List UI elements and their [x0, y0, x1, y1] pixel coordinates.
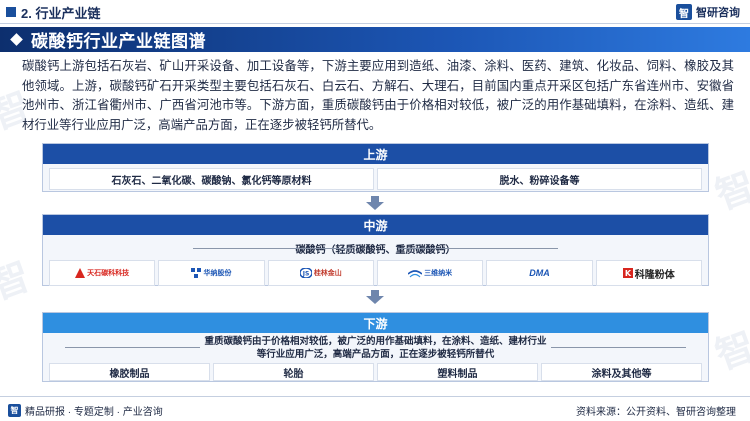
divider-line [551, 347, 686, 348]
divider-line [398, 248, 558, 249]
watermark: 智 [710, 325, 750, 378]
square-icon [6, 7, 16, 17]
watermark: 智 [0, 255, 36, 308]
svg-text:JS: JS [302, 271, 310, 278]
company-name: 桂林金山 [313, 270, 342, 277]
company-logo-mark: JS 桂林金山 [299, 268, 342, 278]
midstream-header: 中游 [43, 215, 708, 235]
upstream-row: 石灰石、二氧化碳、碳酸钠、氯化钙等原材料 脱水、粉碎设备等 [43, 164, 708, 194]
divider-line [65, 347, 200, 348]
downstream-item: 塑料制品 [377, 363, 538, 381]
downstream-header: 下游 [43, 313, 708, 333]
downstream-item: 轮胎 [213, 363, 374, 381]
downstream-description: 重质碳酸钙由于价格相对较低，被广泛的用作基础填料，在涂料、造纸、建材行业 等行业… [43, 335, 708, 361]
company-logo: DMA [486, 260, 593, 286]
footer-tagline: 精品研报 · 专题定制 · 产业咨询 [25, 407, 163, 418]
company-logo-mark: 华纳股份 [191, 268, 231, 278]
upstream-panel: 上游 石灰石、二氧化碳、碳酸钠、氯化钙等原材料 脱水、粉碎设备等 [42, 143, 709, 192]
footer-logo-icon: 智 [8, 404, 21, 417]
header-divider [0, 23, 750, 24]
section-tag: 2. 行业产业链 [0, 0, 100, 24]
footer-divider [0, 396, 750, 397]
company-logo-mark: DMA [529, 268, 550, 278]
midstream-panel: 中游 碳酸钙（轻质碳酸钙、重质碳酸钙） 天石碳科科技 华纳股份 JS 桂林金山 [42, 214, 709, 286]
source-note: 资料来源：公开资料、智研咨询整理 [576, 407, 736, 418]
brand: 智 智研咨询 [676, 4, 740, 20]
company-logo: 三维纳米 [376, 260, 484, 286]
company-logo-mark: 三维纳米 [408, 268, 452, 278]
company-name: 科隆粉体 [634, 269, 675, 281]
svg-text:K: K [625, 269, 632, 278]
downstream-item: 涂料及其他等 [541, 363, 702, 381]
downstream-panel: 下游 重质碳酸钙由于价格相对较低，被广泛的用作基础填料，在涂料、造纸、建材行业 … [42, 312, 709, 382]
company-name: DMA [529, 268, 550, 278]
footer-left: 智 精品研报 · 专题定制 · 产业咨询 [8, 403, 163, 418]
midstream-subtitle: 碳酸钙（轻质碳酸钙、重质碳酸钙） [295, 245, 456, 256]
company-name: 华纳股份 [203, 270, 232, 277]
section-title: 2. 行业产业链 [21, 5, 101, 21]
company-logo-mark: 天石碳科科技 [75, 268, 129, 278]
brand-name: 智研咨询 [696, 7, 740, 19]
watermark: 智 [710, 165, 750, 218]
upstream-item: 石灰石、二氧化碳、碳酸钠、氯化钙等原材料 [49, 168, 374, 190]
company-name: 三维纳米 [424, 270, 453, 277]
top-bar: 2. 行业产业链 智 智研咨询 [0, 0, 750, 24]
company-logo: 天石碳科科技 [49, 260, 156, 286]
company-name: 天石碳科科技 [87, 270, 130, 277]
arrow-down-icon [366, 196, 384, 210]
arrow-down-icon [366, 290, 384, 304]
company-logo-mark: K 科隆粉体 [622, 266, 675, 281]
downstream-item: 橡胶制品 [49, 363, 210, 381]
divider-line [193, 248, 353, 249]
company-logo: 华纳股份 [158, 260, 265, 286]
title-bar: 碳酸钙行业产业链图谱 [0, 27, 750, 52]
company-logo: JS 桂林金山 [267, 260, 374, 286]
midstream-subtitle-row: 碳酸钙（轻质碳酸钙、重质碳酸钙） [43, 241, 708, 256]
upstream-header: 上游 [43, 144, 708, 164]
brand-logo-icon: 智 [676, 4, 692, 20]
downstream-desc-line: 等行业应用广泛，高端产品方面，正在逐步被轻钙所替代 [256, 349, 495, 360]
upstream-item: 脱水、粉碎设备等 [377, 168, 702, 190]
downstream-row: 橡胶制品 轮胎 塑料制品 涂料及其他等 [43, 361, 708, 385]
diamond-icon [10, 33, 23, 46]
page-title: 碳酸钙行业产业链图谱 [31, 32, 206, 51]
intro-paragraph: 碳酸钙上游包括石灰岩、矿山开采设备、加工设备等，下游主要应用到造纸、油漆、涂料、… [22, 59, 734, 132]
company-logo-row: 天石碳科科技 华纳股份 JS 桂林金山 三维纳米 DMA K 科隆粉体 [43, 255, 708, 290]
company-logo: K 科隆粉体 [595, 260, 702, 286]
